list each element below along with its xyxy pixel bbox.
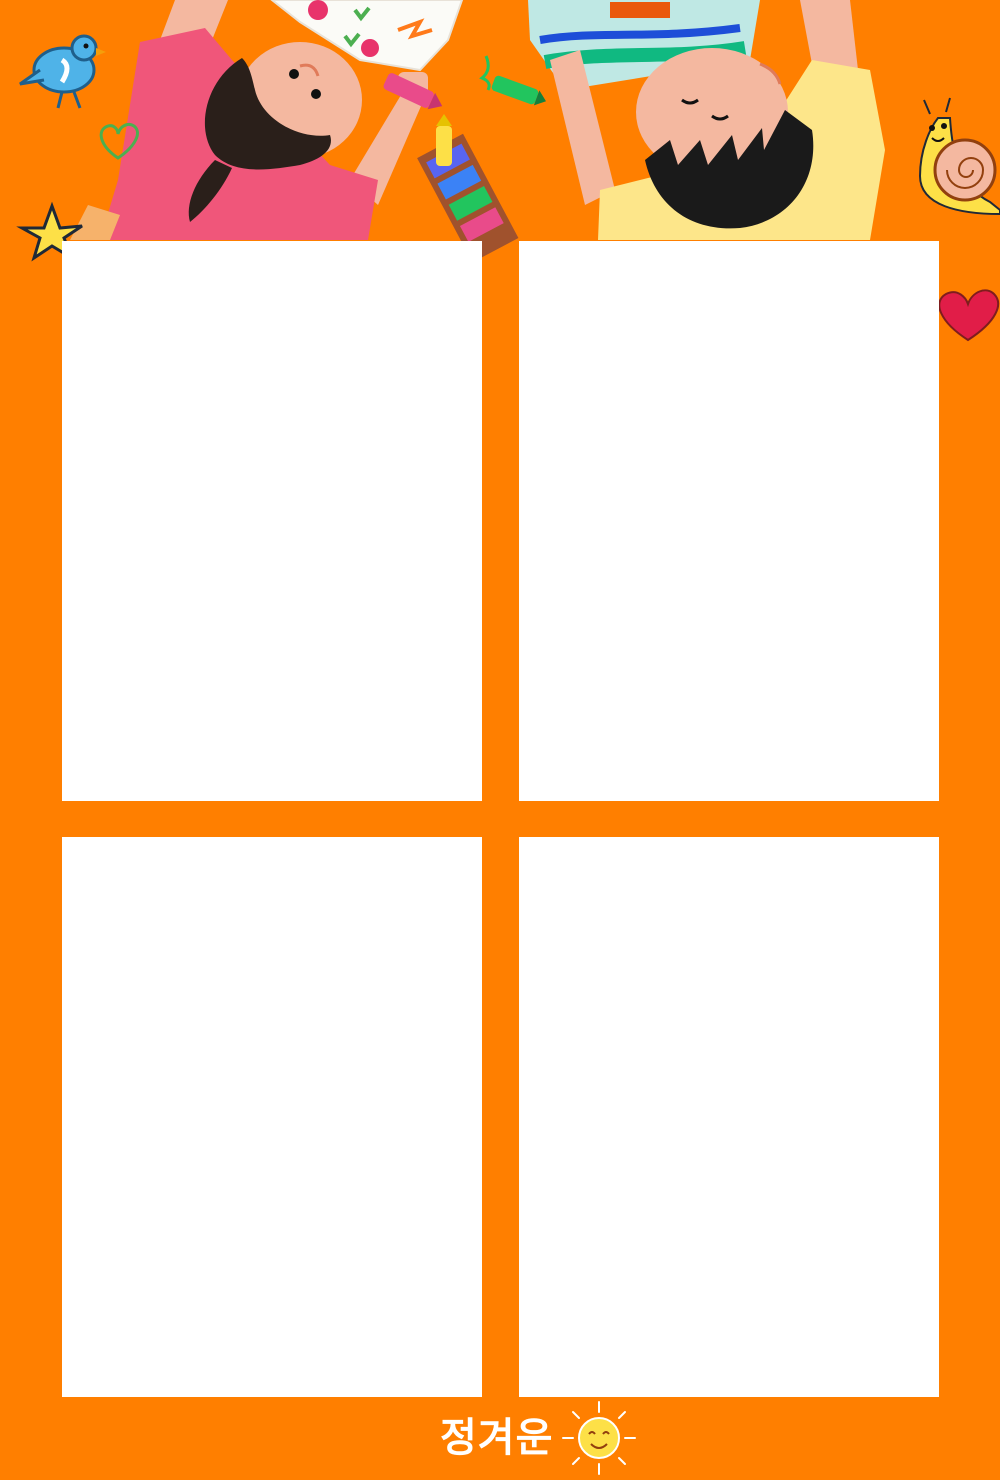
photo-slot-1: [62, 241, 482, 801]
photo-slot-2: [519, 241, 939, 801]
yellow-crayon-icon: [436, 114, 452, 166]
photo-slot-3: [62, 837, 482, 1397]
heart-icon: [938, 289, 999, 342]
snail-icon: [918, 97, 1000, 216]
brand-text: 정겨운: [440, 1415, 554, 1461]
brand-logo: 정겨운: [440, 1398, 637, 1478]
bird-icon: [19, 34, 106, 109]
sun-face-icon: [562, 1401, 637, 1475]
photo-strip-frame: 정겨운: [0, 0, 1000, 1480]
photo-slot-4: [519, 837, 939, 1397]
green-crayon-icon: [491, 75, 547, 106]
